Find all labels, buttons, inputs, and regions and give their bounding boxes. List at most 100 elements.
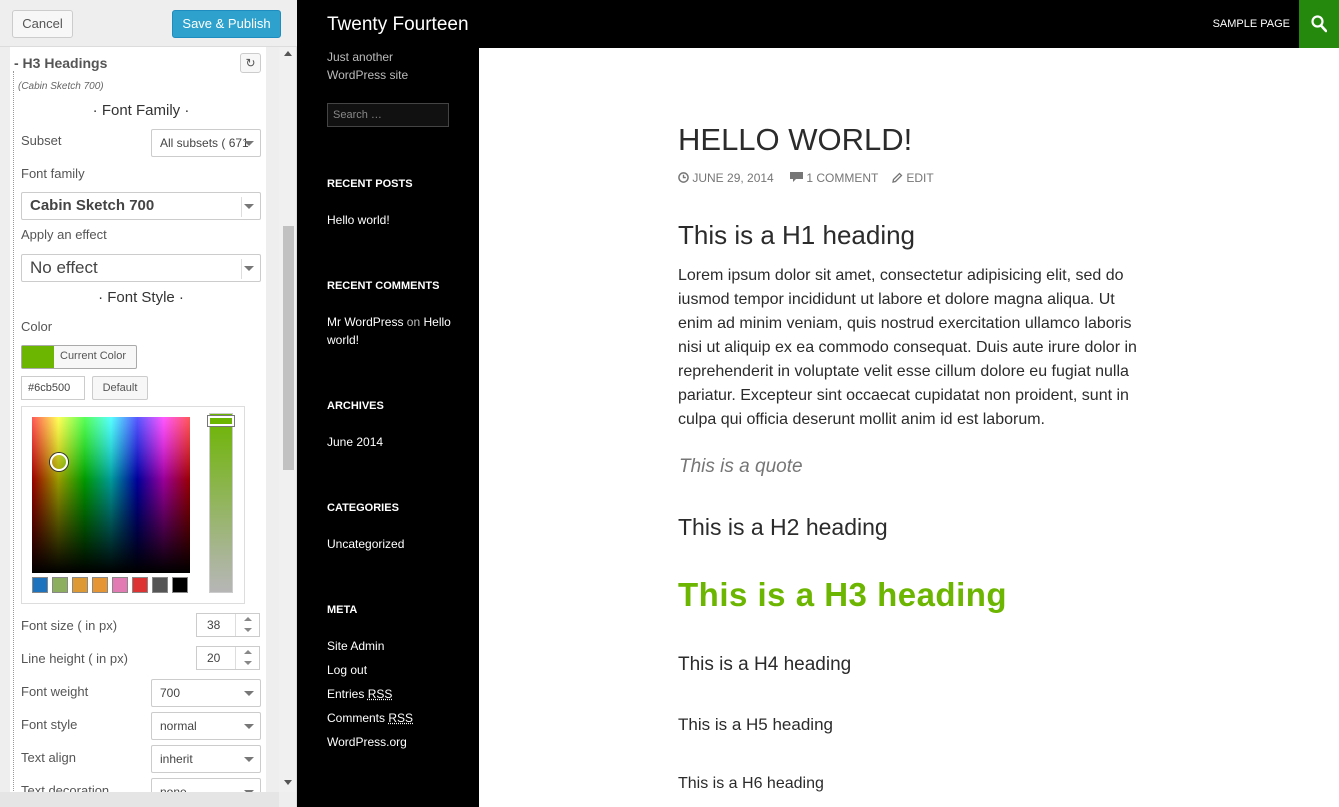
font-size-value: 38 — [207, 618, 221, 632]
rss-abbr: RSS — [388, 711, 414, 725]
post-date-link[interactable]: JUNE 29, 2014 — [678, 171, 774, 185]
search-toggle-button[interactable] — [1299, 0, 1339, 48]
default-color-button[interactable]: Default — [92, 376, 148, 400]
site-title-link[interactable]: Twenty Fourteen — [327, 14, 469, 36]
palette-swatch[interactable] — [152, 577, 168, 593]
customizer-panel: Cancel Save & Publish - H3 Headings (Cab… — [0, 0, 297, 807]
sample-page-link[interactable]: SAMPLE PAGE — [1213, 18, 1290, 30]
font-size-input[interactable]: 38 — [196, 613, 260, 637]
primary-sidebar: Just another WordPress site Search … REC… — [297, 48, 479, 807]
section-title[interactable]: - H3 Headings — [14, 55, 107, 71]
chevron-down-icon — [244, 204, 254, 209]
font-family-value: Cabin Sketch 700 — [30, 197, 155, 214]
sidebar-search-input[interactable]: Search … — [327, 103, 449, 127]
palette-swatch[interactable] — [172, 577, 188, 593]
post-comments-link[interactable]: 1 COMMENT — [790, 171, 878, 185]
lorem-paragraph: Lorem ipsum dolor sit amet, consectetur … — [678, 267, 1137, 428]
effect-select[interactable]: No effect — [21, 254, 261, 282]
font-size-label: Font size ( in px) — [21, 618, 118, 633]
h5-heading: This is a H5 heading — [678, 715, 833, 734]
select-divider — [241, 259, 242, 279]
comments-rss-prefix: Comments — [327, 711, 386, 725]
color-picker-handle[interactable] — [50, 453, 68, 471]
subset-select[interactable]: All subsets ( 671 — [151, 129, 261, 157]
customizer-screen: Cancel Save & Publish - H3 Headings (Cab… — [0, 0, 1339, 807]
font-family-select[interactable]: Cabin Sketch 700 — [21, 192, 261, 220]
font-weight-label: Font weight — [21, 684, 89, 699]
chevron-down-icon — [244, 266, 254, 271]
archives-title: ARCHIVES — [327, 400, 384, 412]
font-size-stepper[interactable] — [235, 614, 259, 636]
palette-swatch[interactable] — [112, 577, 128, 593]
palette-swatch[interactable] — [132, 577, 148, 593]
section-guide-line — [13, 71, 14, 807]
hex-color-input[interactable]: #6cb500 — [21, 376, 85, 400]
palette-swatch[interactable] — [92, 577, 108, 593]
palette-swatch[interactable] — [32, 577, 48, 593]
effect-value: No effect — [30, 258, 98, 277]
archive-link[interactable]: June 2014 — [327, 435, 383, 449]
section-subtitle: (Cabin Sketch 700) — [18, 81, 104, 92]
current-color-label: Current Color — [60, 350, 127, 362]
site-preview: Twenty Fourteen SAMPLE PAGE Just another… — [297, 0, 1339, 807]
palette-swatch[interactable] — [72, 577, 88, 593]
save-publish-button[interactable]: Save & Publish — [172, 10, 281, 38]
scroll-down-arrow-icon[interactable] — [284, 780, 292, 785]
log-out-link[interactable]: Log out — [327, 663, 367, 677]
text-align-select[interactable]: inherit — [151, 745, 261, 773]
color-label: Color — [21, 319, 53, 334]
font-weight-value: 700 — [160, 686, 181, 700]
post-edit-link[interactable]: EDIT — [892, 171, 934, 185]
h6-heading: This is a H6 heading — [678, 775, 824, 792]
chevron-down-icon — [244, 691, 254, 696]
site-admin-link[interactable]: Site Admin — [327, 639, 384, 653]
effect-label: Apply an effect — [21, 227, 107, 242]
customizer-header: Cancel Save & Publish — [0, 0, 297, 47]
rss-abbr: RSS — [367, 687, 393, 701]
font-style-select[interactable]: normal — [151, 712, 261, 740]
current-color-button[interactable]: Current Color — [21, 345, 137, 369]
line-height-stepper[interactable] — [235, 647, 259, 669]
color-lightness-strip[interactable] — [208, 413, 234, 593]
lightness-handle[interactable] — [208, 416, 234, 426]
customizer-footer — [0, 792, 279, 807]
palette-swatch[interactable] — [52, 577, 68, 593]
meta-title: META — [327, 604, 358, 616]
h2-heading: This is a H2 heading — [678, 514, 888, 540]
scrollbar-thumb[interactable] — [283, 226, 294, 470]
cancel-button[interactable]: Cancel — [12, 10, 73, 38]
font-style-group-title: · Font Style · — [98, 289, 184, 306]
post-edit: EDIT — [906, 171, 934, 185]
clock-icon — [678, 172, 689, 183]
line-height-value: 20 — [207, 651, 221, 665]
reset-icon[interactable]: ↻ — [240, 53, 261, 73]
subset-label: Subset — [21, 133, 62, 148]
post-title[interactable]: HELLO WORLD! — [678, 122, 912, 158]
font-style-value: normal — [160, 719, 197, 733]
chevron-down-icon — [244, 757, 254, 762]
entries-rss-link[interactable]: Entries RSS — [327, 687, 392, 701]
chevron-down-icon — [244, 141, 254, 146]
wordpress-org-link[interactable]: WordPress.org — [327, 735, 407, 749]
font-style-label: Font style — [21, 717, 78, 732]
site-header: Twenty Fourteen SAMPLE PAGE — [297, 0, 1339, 48]
category-link[interactable]: Uncategorized — [327, 537, 404, 551]
color-saturation-square[interactable] — [32, 417, 190, 573]
comment-icon — [790, 172, 803, 182]
post-comments: 1 COMMENT — [806, 171, 879, 185]
font-weight-select[interactable]: 700 — [151, 679, 261, 707]
comment-author-link[interactable]: Mr WordPress — [327, 315, 403, 329]
site-tagline: Just another WordPress site — [327, 50, 409, 82]
post-date: JUNE 29, 2014 — [692, 171, 774, 185]
line-height-input[interactable]: 20 — [196, 646, 260, 670]
recent-posts-title: RECENT POSTS — [327, 178, 413, 190]
text-align-value: inherit — [160, 752, 193, 766]
categories-title: CATEGORIES — [327, 502, 399, 514]
scroll-up-arrow-icon[interactable] — [284, 51, 292, 56]
recent-post-link[interactable]: Hello world! — [327, 213, 390, 227]
h3-heading: This is a H3 heading — [678, 576, 1008, 613]
post-content: HELLO WORLD! JUNE 29, 2014 1 COMMENT EDI… — [479, 48, 1339, 807]
comments-rss-link[interactable]: Comments RSS — [327, 711, 413, 725]
entries-rss-prefix: Entries — [327, 687, 365, 701]
color-picker — [21, 406, 245, 604]
